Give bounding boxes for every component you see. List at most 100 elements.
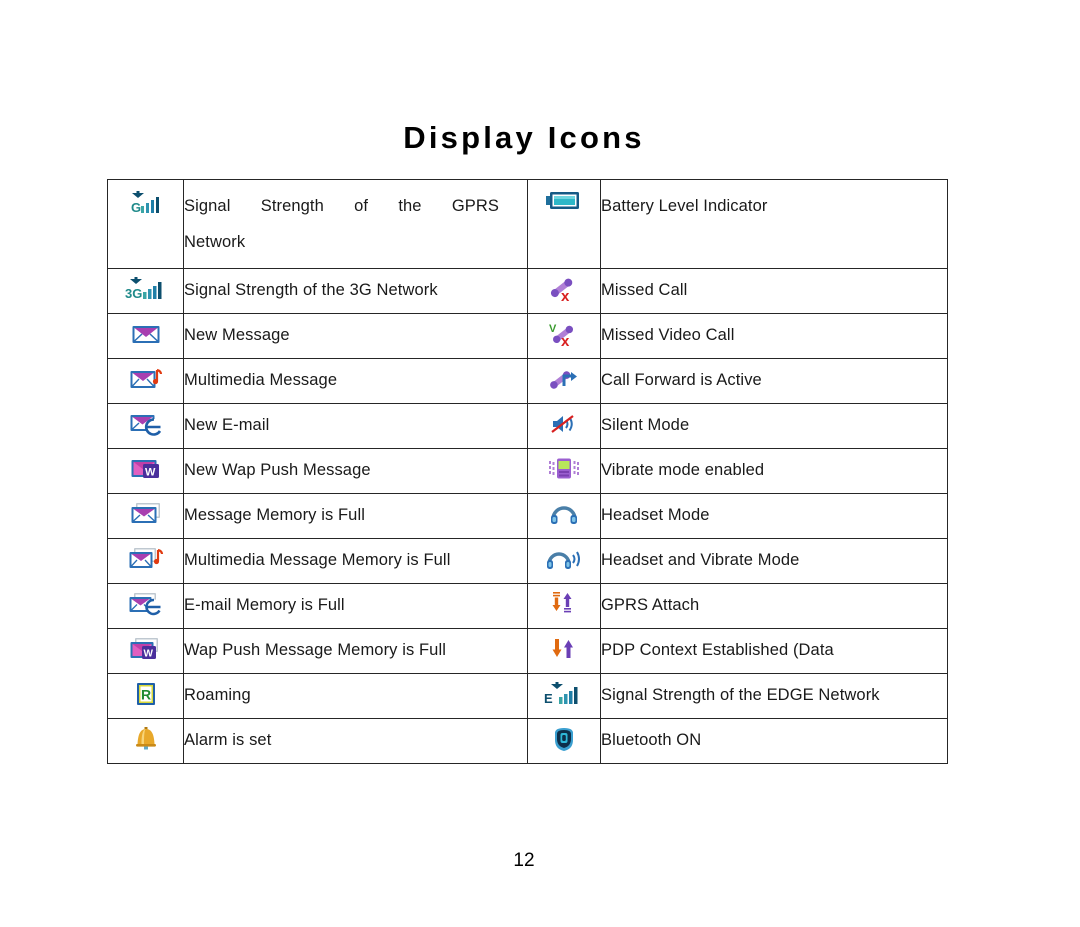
row-label: GPRS Attach — [601, 596, 700, 615]
icon-cell-alarm-bell-icon — [107, 718, 184, 764]
signal-strength-edge-icon: E — [543, 681, 585, 707]
row-label: Bluetooth ON — [601, 731, 702, 750]
page-number: 12 — [513, 850, 535, 871]
label-cell-gprs-attach: GPRS Attach — [600, 583, 948, 629]
table-row: W Wap Push Message Memory is Full PDP Co… — [107, 628, 948, 674]
label-cell-bluetooth-on: Bluetooth ON — [600, 718, 948, 764]
row-label: Headset and Vibrate Mode — [601, 551, 800, 570]
table-row: Multimedia Message Call Forward is Activ… — [107, 358, 948, 404]
roaming-icon: R — [134, 681, 158, 707]
svg-text:x: x — [561, 333, 570, 347]
wap-push-message-memory-full-icon: W — [128, 636, 164, 662]
icon-cell-silent-mode-icon — [527, 403, 601, 449]
icon-cell-multimedia-message-icon — [107, 358, 184, 404]
table-row: New E-mail Silent Mode — [107, 403, 948, 449]
icon-cell-gprs-attach-icon — [527, 583, 601, 629]
call-forward-icon — [548, 366, 580, 392]
vibrate-mode-icon — [548, 456, 580, 482]
message-memory-full-icon — [129, 501, 163, 527]
row-label: Message Memory is Full — [184, 506, 365, 525]
icon-cell-signal-strength-gprs-icon: G — [107, 179, 184, 269]
row-label: Multimedia Message — [184, 371, 338, 390]
table-row: Multimedia Message Memory is Full Headse… — [107, 538, 948, 584]
icon-cell-email-memory-full-icon — [107, 583, 184, 629]
row-label: Multimedia Message Memory is Full — [184, 551, 451, 570]
table-row: R Roaming E Signal Strength of the EDGE … — [107, 673, 948, 719]
icon-cell-new-email-icon — [107, 403, 184, 449]
table-body: G Signal Strength of the GPRS Network Ba… — [107, 179, 948, 764]
row-label-line2: Network — [184, 232, 246, 251]
label-cell-roaming: Roaming — [183, 673, 528, 719]
icon-cell-new-wap-push-message-icon: W — [107, 448, 184, 494]
icon-cell-missed-call-icon: x — [527, 268, 601, 314]
svg-text:E: E — [544, 691, 553, 706]
label-cell-missed-call: Missed Call — [600, 268, 948, 314]
missed-call-icon: x — [549, 276, 579, 302]
icon-cell-roaming-icon: R — [107, 673, 184, 719]
row-label: Vibrate mode enabled — [601, 461, 765, 480]
table-row: G Signal Strength of the GPRS Network Ba… — [107, 179, 948, 269]
label-cell-battery-level: Battery Level Indicator — [600, 179, 948, 269]
svg-text:V: V — [549, 323, 557, 335]
headset-vibrate-mode-icon — [546, 547, 582, 571]
label-cell-silent-mode: Silent Mode — [600, 403, 948, 449]
svg-text:x: x — [561, 288, 570, 302]
table-row: New Message V x Missed Video Call — [107, 313, 948, 359]
icon-cell-multimedia-message-memory-full-icon — [107, 538, 184, 584]
icon-cell-battery-level-icon — [527, 179, 601, 269]
row-label-line1: Signal Strength of the GPRS — [184, 197, 499, 215]
icon-cell-missed-video-call-icon: V x — [527, 313, 601, 359]
headset-mode-icon — [549, 502, 579, 526]
table-row: E-mail Memory is Full GPRS Attach — [107, 583, 948, 629]
label-cell-new-message: New Message — [183, 313, 528, 359]
icon-cell-call-forward-icon — [527, 358, 601, 404]
new-email-icon — [129, 411, 163, 437]
label-cell-message-memory-full: Message Memory is Full — [183, 493, 528, 539]
icon-cell-signal-strength-edge-icon: E — [527, 673, 601, 719]
icon-cell-headset-vibrate-mode-icon — [527, 538, 601, 584]
icon-cell-headset-mode-icon — [527, 493, 601, 539]
svg-text:W: W — [145, 466, 156, 478]
row-label: Roaming — [184, 686, 251, 705]
icon-cell-bluetooth-on-icon — [527, 718, 601, 764]
table-row: W New Wap Push Message Vibrate mode enab… — [107, 448, 948, 494]
page-title: Display Icons — [403, 120, 645, 155]
label-cell-email-memory-full: E-mail Memory is Full — [183, 583, 528, 629]
icon-cell-signal-strength-3g-icon: 3G — [107, 268, 184, 314]
bluetooth-on-icon — [550, 725, 578, 753]
table-row: 3G Signal Strength of the 3G Network x M… — [107, 268, 948, 314]
row-label: Missed Video Call — [601, 326, 735, 345]
label-cell-wap-push-message-memory-full: Wap Push Message Memory is Full — [183, 628, 528, 674]
label-cell-signal-strength-3g: Signal Strength of the 3G Network — [183, 268, 528, 314]
row-label: Call Forward is Active — [601, 371, 762, 390]
svg-text:R: R — [141, 686, 151, 702]
label-cell-call-forward: Call Forward is Active — [600, 358, 948, 404]
row-label: New E-mail — [184, 416, 270, 435]
icon-cell-message-memory-full-icon — [107, 493, 184, 539]
signal-strength-gprs-icon: G — [127, 190, 165, 216]
table-row: Alarm is set Bluetooth ON — [107, 718, 948, 764]
label-cell-missed-video-call: Missed Video Call — [600, 313, 948, 359]
row-label: New Message — [184, 326, 290, 345]
label-cell-vibrate-mode: Vibrate mode enabled — [600, 448, 948, 494]
icon-cell-wap-push-message-memory-full-icon: W — [107, 628, 184, 674]
row-label: E-mail Memory is Full — [184, 596, 345, 615]
label-cell-new-wap-push-message: New Wap Push Message — [183, 448, 528, 494]
svg-text:W: W — [143, 648, 153, 659]
row-label: Wap Push Message Memory is Full — [184, 641, 446, 660]
icon-cell-pdp-context-icon — [527, 628, 601, 674]
label-cell-multimedia-message-memory-full: Multimedia Message Memory is Full — [183, 538, 528, 584]
battery-level-icon — [546, 190, 582, 212]
missed-video-call-icon: V x — [548, 321, 580, 347]
silent-mode-icon — [549, 411, 579, 437]
new-message-envelope-icon — [131, 322, 161, 346]
row-label: New Wap Push Message — [184, 461, 371, 480]
label-cell-headset-vibrate-mode: Headset and Vibrate Mode — [600, 538, 948, 584]
label-cell-signal-strength-edge: Signal Strength of the EDGE Network — [600, 673, 948, 719]
email-memory-full-icon — [127, 591, 165, 617]
row-label: Missed Call — [601, 281, 688, 300]
multimedia-message-memory-full-icon — [127, 546, 165, 572]
icon-cell-new-message-envelope-icon — [107, 313, 184, 359]
row-label: PDP Context Established (Data — [601, 641, 834, 660]
label-cell-headset-mode: Headset Mode — [600, 493, 948, 539]
